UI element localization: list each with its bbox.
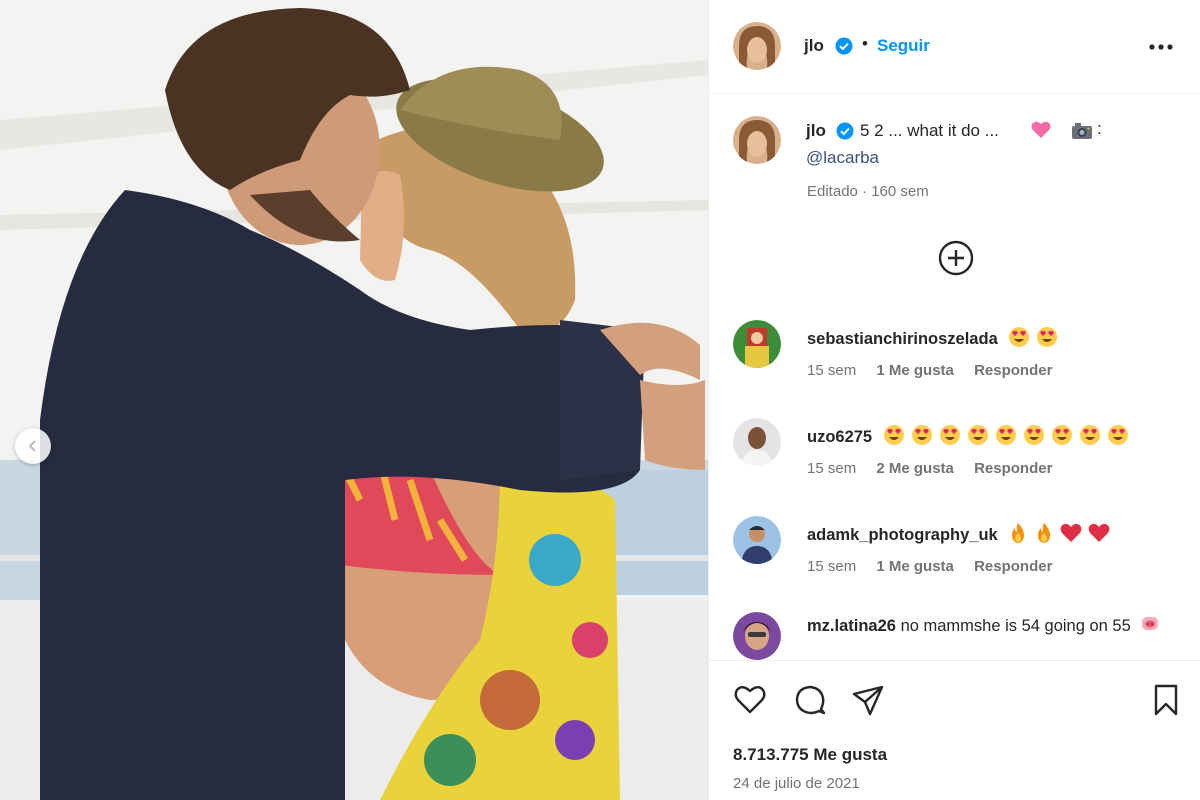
comment-meta: 15 sem 1 Me gusta Responder (807, 362, 1068, 379)
heart-eyes-emoji-icon (1036, 326, 1058, 353)
comment-likes[interactable]: 2 Me gusta (876, 460, 954, 477)
avatar-image (733, 418, 781, 466)
heart-eyes-emoji-row (877, 425, 1129, 446)
heart-icon[interactable] (733, 683, 767, 717)
comment-likes[interactable]: 1 Me gusta (876, 558, 954, 575)
commenter-avatar[interactable] (733, 320, 781, 368)
avatar-image (733, 116, 781, 164)
pink-heart-emoji-icon (1031, 121, 1051, 138)
fire-emoji-icon (1034, 522, 1054, 549)
heart-eyes-emoji-icon (1023, 424, 1045, 451)
comment-text: no mammshe is 54 going on 55 (900, 617, 1131, 635)
reply-button[interactable]: Responder (974, 460, 1052, 477)
heart-eyes-emoji-icon (911, 424, 933, 451)
red-heart-emoji-icon (1060, 523, 1082, 548)
comment-username-text[interactable]: uzo6275 (807, 428, 872, 446)
post-date: 24 de julio de 2021 (733, 775, 860, 792)
verified-badge-icon (836, 122, 854, 140)
fire-emoji-icon (1008, 522, 1028, 549)
comment-meta: 15 sem 2 Me gusta Responder (807, 460, 1068, 477)
comment-username[interactable]: uzo6275 (807, 424, 1129, 451)
carousel-prev-button[interactable] (15, 428, 51, 464)
avatar-image (733, 22, 781, 70)
comment-meta: 15 sem 1 Me gusta Responder (807, 558, 1068, 575)
heart-eyes-emoji-icon (1008, 326, 1030, 353)
heart-eyes-emoji-icon (1107, 424, 1129, 451)
heart-eyes-emoji-icon (1079, 424, 1101, 451)
avatar-image (733, 612, 781, 660)
avatar[interactable] (733, 22, 781, 70)
share-icon[interactable] (851, 683, 885, 717)
post-photo[interactable] (0, 0, 708, 800)
chevron-left-icon (28, 440, 36, 452)
heart-eyes-emoji-icon (939, 424, 961, 451)
comment-username[interactable]: sebastianchirinoszelada (807, 326, 1058, 353)
heart-eyes-emoji-icon (1051, 424, 1073, 451)
reply-button[interactable]: Responder (974, 362, 1052, 379)
add-circle-icon[interactable] (938, 240, 974, 276)
comment-item: adamk_photography_uk 15 sem 1 Me gusta R… (709, 516, 1200, 596)
reply-button[interactable]: Responder (974, 558, 1052, 575)
mention-link[interactable]: @lacarba (806, 148, 879, 168)
comment-likes[interactable]: 1 Me gusta (876, 362, 954, 379)
comment-username[interactable]: adamk_photography_uk (807, 522, 1110, 549)
post-header: jlo • Seguir (709, 0, 1200, 94)
commenter-avatar[interactable] (733, 612, 781, 660)
pig-face-emoji-icon (1141, 614, 1159, 639)
verified-badge-icon (835, 37, 853, 55)
photo-scene (0, 0, 708, 800)
avatar-image (733, 516, 781, 564)
comment-item: uzo6275 15 sem 2 Me gusta Responder (709, 418, 1200, 498)
more-options-icon[interactable] (1146, 36, 1176, 58)
comment-username-text[interactable]: mz.latina26 (807, 617, 896, 635)
post-actions: 8.713.775 Me gusta 24 de julio de 2021 (709, 660, 1200, 800)
comment-time: 15 sem (807, 362, 857, 379)
separator-dot: • (862, 34, 868, 53)
red-heart-emoji-icon (1088, 523, 1110, 548)
comment-icon[interactable] (793, 683, 827, 717)
comment-username-text[interactable]: adamk_photography_uk (807, 526, 998, 544)
post-side-panel: jlo • Seguir jlo 5 2 ... what it do ... (708, 0, 1200, 800)
heart-eyes-emoji-icon (967, 424, 989, 451)
camera-emoji-icon (1072, 123, 1092, 139)
comment-time: 15 sem (807, 558, 857, 575)
caption-colon: : (1097, 119, 1102, 138)
caption-text: 5 2 ... what it do ... (860, 121, 999, 140)
header-username[interactable]: jlo (804, 36, 824, 56)
avatar-image (733, 320, 781, 368)
bookmark-icon[interactable] (1149, 683, 1183, 717)
caption-username[interactable]: jlo (806, 121, 826, 141)
comment-time: 15 sem (807, 460, 857, 477)
follow-button[interactable]: Seguir (877, 36, 930, 56)
comment-item: sebastianchirinoszelada 15 sem 1 Me gust… (709, 320, 1200, 400)
caption-meta: Editado · 160 sem (807, 183, 929, 200)
caption-avatar[interactable] (733, 116, 781, 164)
likes-count[interactable]: 8.713.775 Me gusta (733, 745, 887, 765)
commenter-avatar[interactable] (733, 418, 781, 466)
commenter-avatar[interactable] (733, 516, 781, 564)
comment-username-text[interactable]: sebastianchirinoszelada (807, 330, 998, 348)
heart-eyes-emoji-icon (995, 424, 1017, 451)
heart-eyes-emoji-icon (883, 424, 905, 451)
comment-username[interactable]: mz.latina26 no mammshe is 54 going on 55 (807, 614, 1187, 639)
